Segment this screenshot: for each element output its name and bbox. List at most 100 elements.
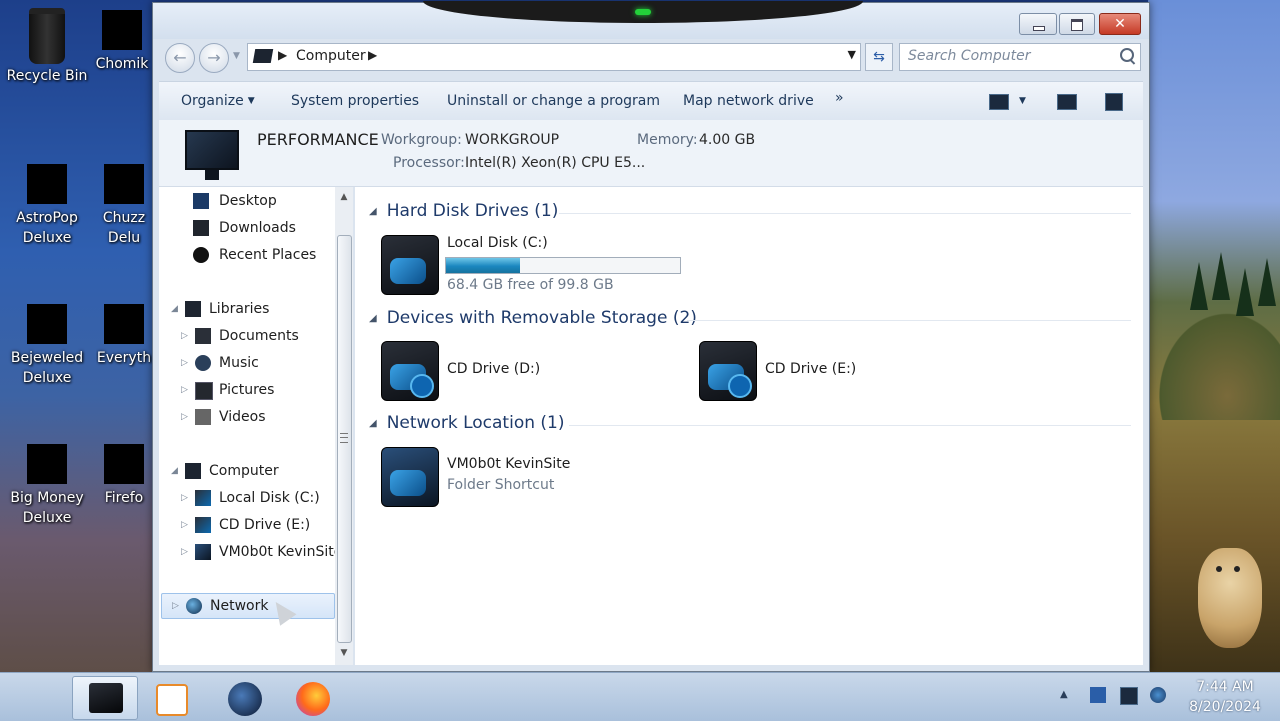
wallpaper-tree	[1236, 268, 1254, 316]
breadcrumb-arrow-icon[interactable]: ▶	[278, 48, 287, 62]
address-bar[interactable]: ▶ Computer ▶ ▼	[247, 43, 861, 71]
nav-item-libraries[interactable]: ◢ Libraries	[169, 297, 333, 321]
organize-button[interactable]: Organize ▼	[181, 93, 255, 109]
network-location-icon	[195, 544, 211, 560]
view-options-chevron-icon[interactable]: ▼	[1019, 96, 1026, 106]
collapsed-triangle-icon[interactable]: ▷	[181, 513, 188, 537]
firefox-icon	[296, 682, 330, 716]
desktop-icon-big-money[interactable]: Big Money Deluxe	[4, 444, 90, 528]
breadcrumb-arrow-icon[interactable]: ▶	[368, 48, 377, 62]
tray-network-icon[interactable]	[1120, 687, 1138, 705]
taskbar-explorer-button[interactable]	[72, 676, 138, 720]
taskbar-globe-button[interactable]	[212, 676, 276, 718]
nav-item-cd-drive[interactable]: ▷ CD Drive (E:)	[179, 513, 333, 537]
collapsed-triangle-icon[interactable]: ▷	[181, 378, 188, 402]
group-divider	[559, 213, 1131, 214]
nav-item-desktop[interactable]: Desktop	[193, 189, 333, 213]
show-hidden-icons-icon[interactable]: ▲	[1060, 689, 1068, 700]
expanded-triangle-icon[interactable]: ◢	[171, 297, 178, 321]
collapsed-triangle-icon[interactable]: ▷	[181, 540, 188, 564]
nav-scrollbar[interactable]: ▲ ▼	[335, 187, 353, 665]
group-removable-storage[interactable]: ◢ Devices with Removable Storage (2)	[369, 308, 1131, 332]
nav-item-network[interactable]: ▷ Network	[161, 593, 335, 619]
disk-free-space: 68.4 GB free of 99.8 GB	[447, 277, 614, 293]
desktop-icon-label: Bejeweled Deluxe	[10, 350, 84, 386]
details-pane: PERFORMANCE Workgroup: WORKGROUP Memory:…	[159, 120, 1143, 187]
close-button[interactable]: ✕	[1099, 13, 1141, 35]
item-name: CD Drive (D:)	[447, 361, 541, 377]
taskbar-media-player-button[interactable]	[140, 676, 204, 718]
collapse-triangle-icon[interactable]: ◢	[369, 313, 377, 324]
scroll-up-icon[interactable]: ▲	[335, 189, 353, 205]
computer-name: PERFORMANCE	[257, 130, 379, 149]
desktop-icon-label: Recycle Bin	[6, 68, 88, 84]
nav-item-documents[interactable]: ▷ Documents	[179, 324, 333, 348]
refresh-button[interactable]: ⇆	[865, 43, 893, 71]
collapsed-triangle-icon[interactable]: ▷	[181, 405, 188, 429]
collapsed-triangle-icon[interactable]: ▷	[181, 351, 188, 375]
more-commands-button[interactable]: »	[835, 90, 844, 106]
app-icon	[104, 164, 144, 204]
collapsed-triangle-icon[interactable]: ▷	[181, 324, 188, 348]
nav-item-kevinsite[interactable]: ▷ VM0b0t KevinSite	[179, 540, 335, 564]
system-properties-button[interactable]: System properties	[291, 93, 419, 109]
nav-item-computer[interactable]: ◢ Computer	[169, 459, 333, 483]
group-network-location[interactable]: ◢ Network Location (1)	[369, 413, 1131, 437]
preview-pane-icon[interactable]	[1057, 94, 1077, 110]
desktop-icon-label: Chuzz Delu	[102, 210, 146, 246]
tray-app-icon[interactable]	[1090, 687, 1106, 703]
minimize-button[interactable]	[1019, 13, 1057, 35]
search-input[interactable]: Search Computer	[899, 43, 1141, 71]
change-view-icon[interactable]	[989, 94, 1009, 110]
expanded-triangle-icon[interactable]: ◢	[171, 459, 178, 483]
desktop-icon-astropop[interactable]: AstroPop Deluxe	[4, 164, 90, 248]
breadcrumb-computer[interactable]: Computer	[296, 48, 366, 64]
nav-item-music[interactable]: ▷ Music	[179, 351, 333, 375]
desktop-icon-bejeweled[interactable]: Bejeweled Deluxe	[4, 304, 90, 388]
nav-item-recent-places[interactable]: Recent Places	[193, 243, 333, 267]
desktop-icon-label: Chomik	[95, 56, 149, 72]
maximize-button[interactable]	[1059, 13, 1095, 35]
taskbar-firefox-button[interactable]	[282, 676, 346, 718]
scroll-down-icon[interactable]: ▼	[335, 645, 353, 661]
disk-usage-bar	[445, 257, 681, 274]
desktop-icon-chuzzle[interactable]: Chuzz Delu	[96, 164, 152, 248]
tray-volume-icon[interactable]	[1150, 687, 1166, 703]
nav-item-downloads[interactable]: Downloads	[193, 216, 333, 240]
cd-drive-icon	[195, 517, 211, 533]
processor-value: Intel(R) Xeon(R) CPU E5...	[465, 155, 646, 171]
hard-disk-icon	[195, 490, 211, 506]
desktop-icon-label: Big Money Deluxe	[10, 490, 84, 526]
videos-icon	[195, 409, 211, 425]
help-icon[interactable]	[1105, 93, 1123, 111]
nav-item-local-disk[interactable]: ▷ Local Disk (C:)	[179, 486, 333, 510]
recent-pages-chevron-icon[interactable]: ▼	[233, 51, 240, 61]
nav-item-videos[interactable]: ▷ Videos	[179, 405, 333, 429]
item-name: VM0b0t KevinSite	[447, 456, 571, 472]
collapsed-triangle-icon[interactable]: ▷	[181, 486, 188, 510]
media-player-icon	[156, 684, 188, 716]
taskbar-clock[interactable]: 7:44 AM 8/20/2024	[1186, 677, 1264, 717]
forward-button[interactable]: →	[199, 43, 229, 73]
search-icon[interactable]	[1120, 48, 1134, 62]
collapse-triangle-icon[interactable]: ◢	[369, 418, 377, 429]
desktop-icon-firefox[interactable]: Firefo	[96, 444, 152, 508]
desktop-icon-everything[interactable]: Everyth	[96, 304, 152, 368]
desktop-icon-recycle-bin[interactable]: Recycle Bin	[4, 8, 90, 86]
search-placeholder: Search Computer	[908, 48, 1031, 64]
item-name: Local Disk (C:)	[447, 235, 548, 251]
documents-icon	[195, 328, 211, 344]
uninstall-program-button[interactable]: Uninstall or change a program	[447, 93, 660, 109]
explorer-window: ✕ ← → ▼ ▶ Computer ▶ ▼ ⇆ Search Computer…	[152, 1, 1150, 672]
back-button[interactable]: ←	[165, 43, 195, 73]
map-network-drive-button[interactable]: Map network drive	[683, 93, 814, 109]
address-dropdown-icon[interactable]: ▼	[848, 48, 856, 61]
music-icon	[195, 355, 211, 371]
group-hard-disk-drives[interactable]: ◢ Hard Disk Drives (1)	[369, 201, 1131, 225]
wallpaper-hamster	[1198, 548, 1262, 648]
collapsed-triangle-icon[interactable]: ▷	[172, 594, 179, 618]
collapse-triangle-icon[interactable]: ◢	[369, 206, 377, 217]
navigation-pane: Desktop Downloads Recent Places ◢ Librar…	[159, 187, 337, 665]
desktop-icon-chomik[interactable]: Chomik	[92, 10, 152, 74]
nav-item-pictures[interactable]: ▷ Pictures	[179, 378, 333, 402]
